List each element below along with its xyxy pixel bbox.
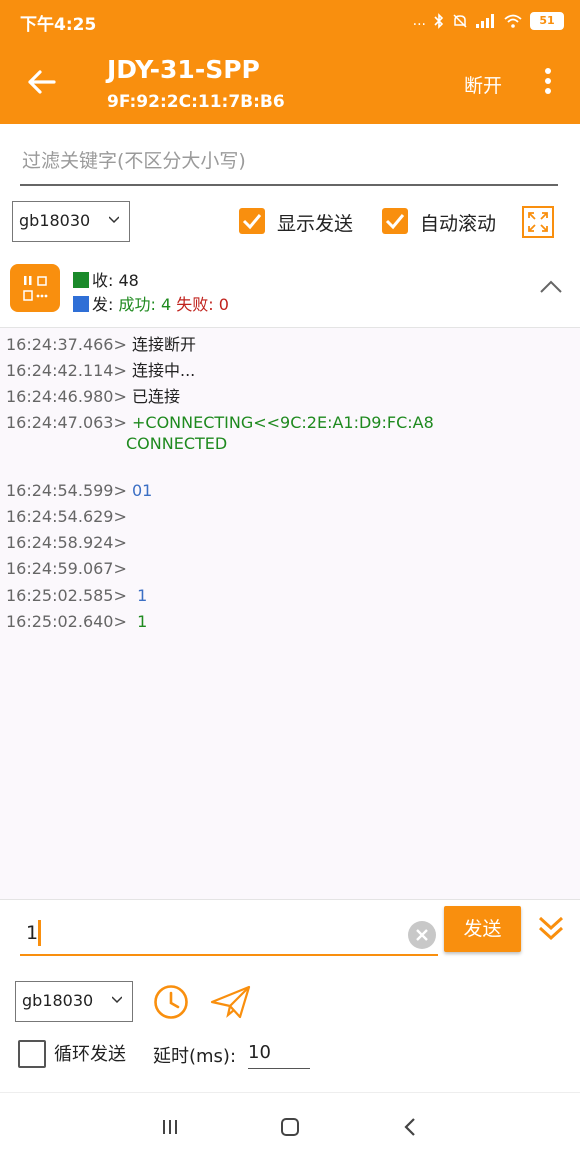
filter-input[interactable] bbox=[20, 138, 562, 184]
back-arrow-icon[interactable] bbox=[24, 64, 60, 100]
loop-send-label: 循环发送 bbox=[54, 1044, 126, 1065]
log-row: 16:24:54.599> 01 bbox=[6, 481, 153, 500]
check-icon bbox=[242, 214, 262, 230]
recv-count: 收: 48 bbox=[73, 267, 139, 291]
more-vert-icon[interactable] bbox=[540, 68, 556, 98]
chevron-down-icon bbox=[112, 996, 122, 1004]
delay-label: 延时(ms): bbox=[153, 1046, 237, 1067]
expand-icon bbox=[528, 212, 548, 232]
send-encoding-select[interactable]: gb18030 bbox=[15, 981, 133, 1022]
filter-field[interactable] bbox=[20, 138, 562, 186]
show-send-label: 显示发送 bbox=[277, 213, 354, 235]
log-row: 16:24:59.067> bbox=[6, 559, 127, 578]
nav-back-icon[interactable] bbox=[400, 1116, 420, 1138]
clear-input-button[interactable] bbox=[408, 921, 436, 949]
device-title: JDY-31-SPP bbox=[107, 55, 260, 84]
send-success: 成功: 4 bbox=[118, 295, 172, 314]
log-row: 16:24:54.629> bbox=[6, 507, 127, 526]
status-time: 下午4:25 bbox=[20, 15, 97, 35]
pause-clear-icon bbox=[23, 276, 48, 301]
close-icon bbox=[416, 929, 428, 941]
log-row: 16:24:37.466> 连接断开 bbox=[6, 335, 196, 354]
log-row: 16:24:58.924> bbox=[6, 533, 127, 552]
auto-scroll-checkbox[interactable] bbox=[382, 208, 408, 234]
app-bar: 下午4:25 ... 51 JDY-31-SPP 9F:92:2C:11:7B:… bbox=[0, 0, 580, 124]
log-row: 16:25:02.585> 1 bbox=[6, 586, 148, 605]
collapse-chevron-up-icon[interactable] bbox=[539, 280, 563, 294]
log-row: 16:25:02.640> 1 bbox=[6, 612, 148, 631]
status-dots: ... bbox=[412, 13, 426, 29]
recv-color-square bbox=[73, 272, 89, 288]
send-encoding-value: gb18030 bbox=[22, 991, 94, 1010]
send-color-square bbox=[73, 296, 89, 312]
device-address: 9F:92:2C:11:7B:B6 bbox=[107, 92, 285, 112]
log-row: 16:24:42.114> 连接中... bbox=[6, 361, 196, 380]
log-panel[interactable]: 16:24:37.466> 连接断开 16:24:42.114> 连接中... … bbox=[0, 327, 580, 900]
signal-icon bbox=[476, 14, 494, 28]
send-prefix: 发: bbox=[92, 295, 119, 314]
log-row: 16:24:47.063> +CONNECTING<<9C:2E:A1:D9:F… bbox=[6, 413, 434, 432]
encoding-value: gb18030 bbox=[19, 211, 91, 230]
send-input[interactable]: 1 bbox=[20, 910, 438, 956]
show-send-checkbox[interactable] bbox=[239, 208, 265, 234]
delay-value: 10 bbox=[248, 1042, 271, 1063]
recent-apps-icon[interactable] bbox=[160, 1117, 180, 1137]
mute-bell-icon bbox=[453, 14, 467, 28]
history-clock-icon[interactable] bbox=[153, 984, 189, 1020]
check-icon bbox=[385, 214, 405, 230]
system-nav-bar bbox=[0, 1092, 580, 1161]
battery-icon: 51 bbox=[530, 12, 564, 30]
paper-plane-icon[interactable] bbox=[210, 984, 252, 1020]
wifi-icon bbox=[504, 14, 522, 28]
send-input-value: 1 bbox=[26, 922, 39, 944]
status-icons: ... 51 bbox=[413, 10, 564, 32]
recv-label: 收: 48 bbox=[92, 271, 139, 290]
encoding-select[interactable]: gb18030 bbox=[12, 201, 130, 242]
auto-scroll-label: 自动滚动 bbox=[420, 213, 497, 235]
bluetooth-icon bbox=[434, 13, 444, 29]
home-icon[interactable] bbox=[279, 1116, 301, 1138]
send-button[interactable]: 发送 bbox=[444, 906, 521, 952]
send-count: 发: 成功: 4 失败: 0 bbox=[73, 291, 229, 315]
log-actions-button[interactable] bbox=[10, 264, 60, 312]
log-row: 16:24:46.980> 已连接 bbox=[6, 387, 180, 406]
log-row-continuation: CONNECTED bbox=[126, 434, 228, 453]
disconnect-button[interactable]: 断开 bbox=[464, 71, 502, 98]
loop-send-checkbox[interactable] bbox=[18, 1040, 46, 1068]
text-caret bbox=[38, 920, 41, 946]
send-fail: 失败: 0 bbox=[176, 295, 229, 314]
delay-input[interactable]: 10 bbox=[248, 1038, 310, 1069]
double-chevron-down-icon[interactable] bbox=[536, 912, 566, 944]
fullscreen-button[interactable] bbox=[522, 206, 554, 238]
chevron-down-icon bbox=[109, 216, 119, 224]
